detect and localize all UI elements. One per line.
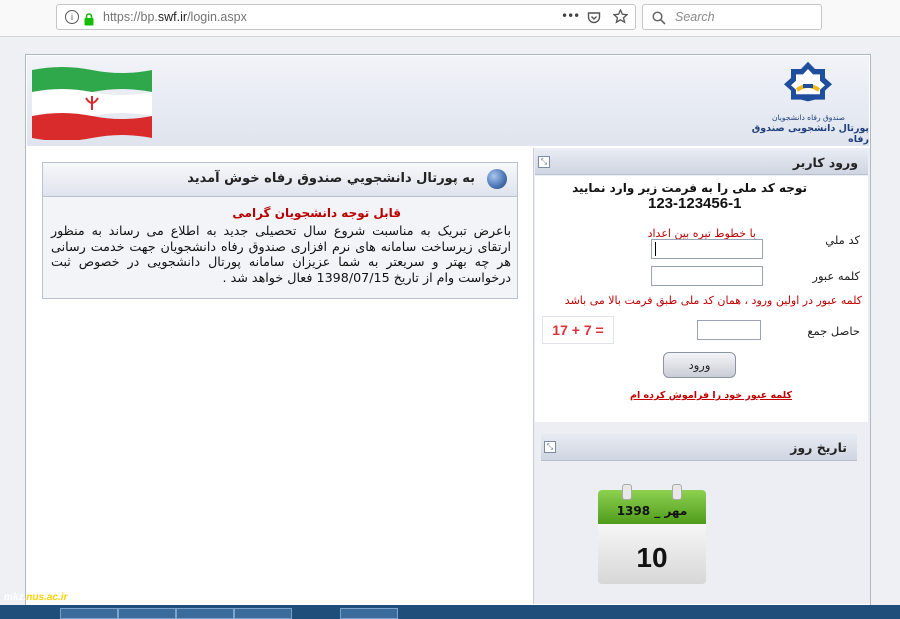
collapse-icon[interactable]: ⤡ <box>538 156 550 168</box>
welcome-header: به پورتال دانشجويي صندوق رفاه خوش آمديد <box>43 163 517 197</box>
national-code-input[interactable] <box>651 239 763 259</box>
taskbar-button[interactable] <box>60 608 118 619</box>
collapse-icon[interactable]: ⤡ <box>544 441 556 453</box>
url-domain: swf.ir <box>157 10 188 24</box>
captcha-sum-input[interactable] <box>697 320 761 340</box>
text-cursor <box>655 242 656 256</box>
swf-logo <box>779 60 837 106</box>
login-panel-title: ورود کاربر <box>792 155 858 170</box>
watermark-suffix: nus.ac.ir <box>26 592 68 603</box>
calendar-day: 10 <box>636 542 668 573</box>
url-path: /login.aspx <box>187 10 247 24</box>
url-text[interactable]: https://bp.swf.ir/login.aspx <box>103 10 247 24</box>
sum-label: حاصل جمع <box>807 324 860 338</box>
national-code-label: کد ملي <box>825 233 860 247</box>
browser-toolbar: i https://bp.swf.ir/login.aspx ••• Searc… <box>0 0 900 37</box>
search-bar[interactable]: Search <box>642 4 822 30</box>
url-bar[interactable]: i https://bp.swf.ir/login.aspx ••• <box>56 4 636 30</box>
login-button[interactable]: ورود <box>663 352 736 378</box>
watermark: mkz.nus.ac.ir <box>4 592 67 603</box>
calendar-ring <box>622 484 632 500</box>
bookmark-star-icon[interactable] <box>612 8 629 28</box>
url-prefix: https://bp. <box>103 10 158 24</box>
date-panel-title: تاريخ روز <box>790 440 847 455</box>
info-icon[interactable]: i <box>65 10 79 24</box>
header-banner: صندوق رفاه دانشجویان پورتال دانشجویی صند… <box>27 56 869 146</box>
globe-icon <box>487 169 507 189</box>
taskbar-button[interactable] <box>234 608 292 619</box>
announcement-text: باعرض تبریک به مناسبت شروع سال تحصیلی جد… <box>51 223 511 285</box>
logo-caption: پورتال دانشجویی صندوق رفاه <box>751 123 869 145</box>
calendar-widget: مهر _ 1398 10 <box>598 484 706 586</box>
taskbar-button[interactable] <box>340 608 398 619</box>
calendar-month-year: مهر _ 1398 <box>616 504 688 518</box>
welcome-panel: به پورتال دانشجويي صندوق رفاه خوش آمديد … <box>42 162 518 299</box>
watermark-prefix: mkz. <box>4 592 27 603</box>
password-note: کلمه عبور در اولین ورود ، همان کد ملی طب… <box>564 294 862 307</box>
national-code-format: 123-123456-1 <box>648 195 742 212</box>
logo-caption-small: صندوق رفاه دانشجویان <box>772 113 845 122</box>
search-icon <box>652 10 666 29</box>
lock-icon <box>84 11 94 26</box>
login-instruction: توجه کد ملی را به فرمت زیر وارد نمایید <box>572 181 807 195</box>
flag-image <box>30 64 152 141</box>
login-panel-header: ⤡ ورود کاربر <box>535 150 868 175</box>
welcome-title: به پورتال دانشجويي صندوق رفاه خوش آمديد <box>187 171 475 186</box>
date-panel-header: ⤡ تاريخ روز <box>541 434 857 461</box>
password-label: کلمه عبور <box>812 269 860 283</box>
page-actions-icon[interactable]: ••• <box>561 9 580 23</box>
captcha-image: 17 + 7 = <box>542 316 614 344</box>
forgot-password-link[interactable]: کلمه عبور خود را فراموش کرده ام <box>630 390 792 401</box>
taskbar-button[interactable] <box>176 608 234 619</box>
pocket-icon[interactable] <box>587 10 601 29</box>
announcement-subtitle: قابل توجه دانشجویان گرامی <box>232 206 401 220</box>
search-placeholder: Search <box>675 10 715 24</box>
calendar-ring <box>672 484 682 500</box>
taskbar-button[interactable] <box>118 608 176 619</box>
password-input[interactable] <box>651 266 763 286</box>
login-form: توجه کد ملی را به فرمت زیر وارد نمایید 1… <box>535 176 868 422</box>
